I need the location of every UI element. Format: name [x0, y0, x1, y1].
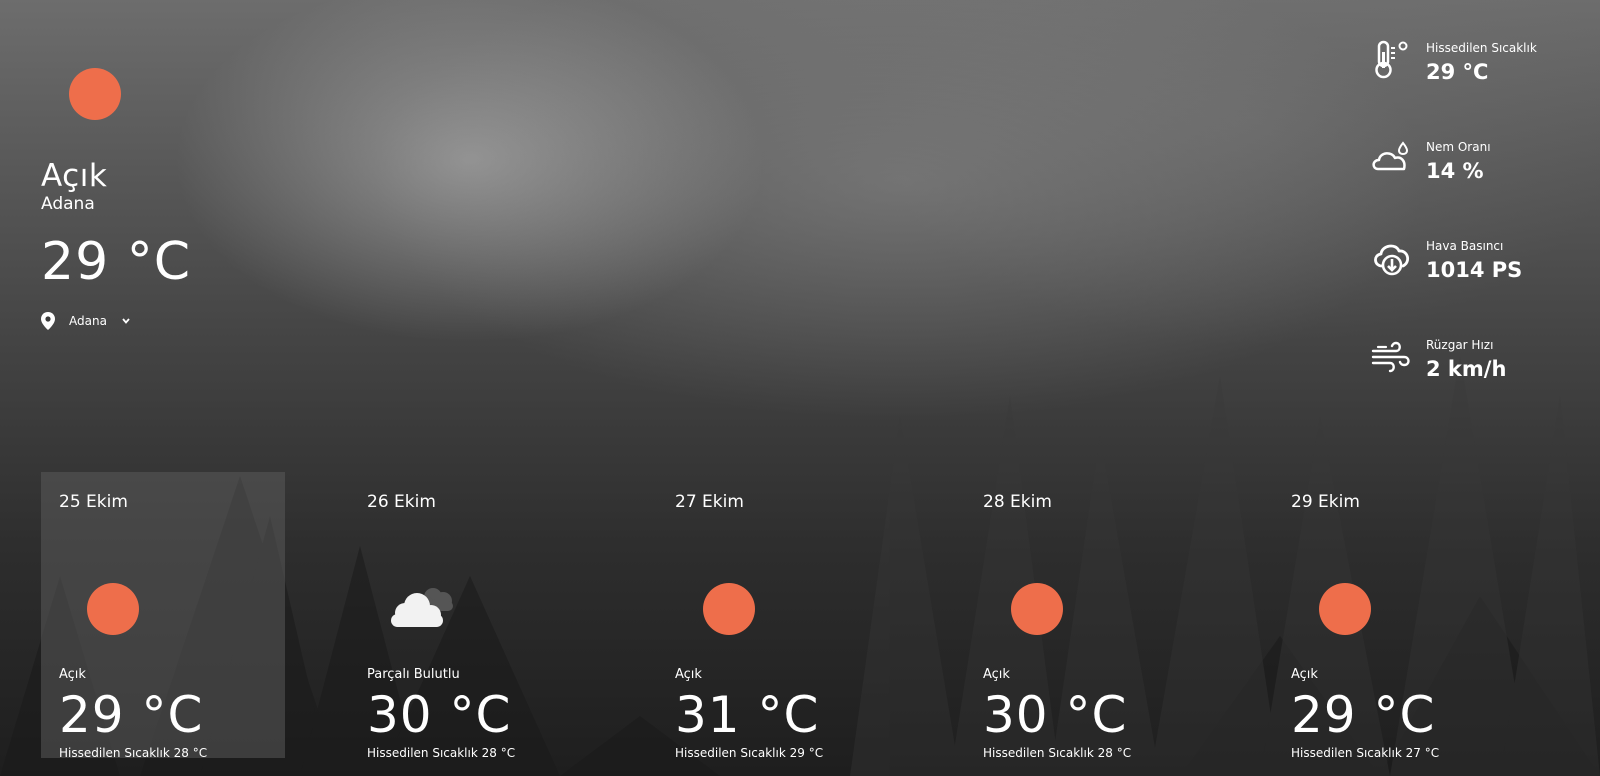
cloud-download-icon: [1374, 244, 1410, 276]
chevron-down-icon: [122, 318, 130, 324]
location-pin-icon: [41, 312, 55, 330]
forecast-temperature: 29 °C: [1291, 686, 1436, 744]
forecast-day-card[interactable]: 29 Ekim Açık 29 °C Hissedilen Sıcaklık 2…: [1273, 472, 1517, 760]
stat-label: Hissedilen Sıcaklık: [1426, 41, 1537, 55]
stat-pressure: Hava Basıncı 1014 PS: [1370, 234, 1570, 333]
stat-value: 1014 PS: [1426, 258, 1523, 282]
current-condition: Açık: [41, 158, 108, 194]
sun-icon: [1319, 583, 1371, 635]
forecast-day-card[interactable]: 25 Ekim Açık 29 °C Hissedilen Sıcaklık 2…: [41, 472, 285, 760]
forecast-date: 26 Ekim: [367, 492, 436, 512]
forecast-feels-like: Hissedilen Sıcaklık 28 °C: [983, 746, 1132, 760]
weather-stats: Hissedilen Sıcaklık 29 °C Nem Oranı 14 %…: [1370, 36, 1570, 432]
forecast-day-card[interactable]: 28 Ekim Açık 30 °C Hissedilen Sıcaklık 2…: [965, 472, 1209, 760]
sun-icon: [87, 583, 139, 635]
forecast-feels-like: Hissedilen Sıcaklık 28 °C: [59, 746, 208, 760]
wind-icon: [1371, 341, 1410, 373]
humidity-cloud-icon: [1372, 141, 1409, 171]
location-select-value: Adana: [69, 314, 107, 328]
forecast-condition: Açık: [983, 667, 1010, 682]
thermometer-icon: [1375, 40, 1408, 79]
forecast-date: 25 Ekim: [59, 492, 128, 512]
stat-value: 14 %: [1426, 159, 1484, 183]
sun-icon: [1011, 583, 1063, 635]
stat-label: Hava Basıncı: [1426, 239, 1504, 253]
stat-wind: Rüzgar Hızı 2 km/h: [1370, 333, 1570, 432]
sun-icon: [69, 68, 121, 120]
stat-label: Rüzgar Hızı: [1426, 338, 1494, 352]
stat-humidity: Nem Oranı 14 %: [1370, 135, 1570, 234]
forecast-date: 28 Ekim: [983, 492, 1052, 512]
forecast-date: 27 Ekim: [675, 492, 744, 512]
forecast-condition: Açık: [59, 667, 86, 682]
stat-value: 29 °C: [1426, 60, 1489, 84]
sun-icon: [703, 583, 755, 635]
partly-cloudy-icon: [391, 588, 453, 627]
stat-value: 2 km/h: [1426, 357, 1507, 381]
forecast-temperature: 30 °C: [367, 686, 512, 744]
forecast-feels-like: Hissedilen Sıcaklık 29 °C: [675, 746, 824, 760]
forecast-condition: Açık: [675, 667, 702, 682]
location-select[interactable]: Adana: [41, 312, 301, 330]
forecast-temperature: 30 °C: [983, 686, 1128, 744]
forecast-temperature: 29 °C: [59, 686, 204, 744]
forecast-condition: Parçalı Bulutlu: [367, 667, 460, 682]
current-city: Adana: [41, 194, 95, 214]
stat-label: Nem Oranı: [1426, 140, 1491, 154]
current-weather: Açık Adana 29 °C Adana: [41, 68, 301, 330]
forecast-day-card[interactable]: 26 Ekim Parçalı Bulutlu 30 °C Hissedilen: [349, 472, 593, 760]
forecast-day-card[interactable]: 27 Ekim Açık 31 °C Hissedilen Sıcaklık 2…: [657, 472, 901, 760]
forecast-condition: Açık: [1291, 667, 1318, 682]
forecast-feels-like: Hissedilen Sıcaklık 28 °C: [367, 746, 516, 760]
stat-feels-like: Hissedilen Sıcaklık 29 °C: [1370, 36, 1570, 135]
forecast-date: 29 Ekim: [1291, 492, 1360, 512]
forecast-feels-like: Hissedilen Sıcaklık 27 °C: [1291, 746, 1440, 760]
forecast-temperature: 31 °C: [675, 686, 820, 744]
current-temperature: 29 °C: [41, 232, 192, 292]
forecast-list: 25 Ekim Açık 29 °C Hissedilen Sıcaklık 2…: [41, 472, 1561, 760]
